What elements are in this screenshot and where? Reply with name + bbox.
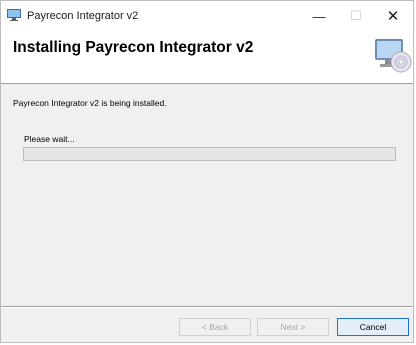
back-button[interactable]: < Back — [179, 318, 251, 336]
please-wait-label: Please wait... — [24, 134, 75, 144]
window-title: Payrecon Integrator v2 — [27, 10, 139, 22]
close-button[interactable]: ✕ — [378, 3, 408, 29]
title-bar[interactable]: Payrecon Integrator v2 — ☐ ✕ — [1, 1, 413, 31]
installer-app-icon — [7, 9, 21, 21]
next-button[interactable]: Next > — [257, 318, 329, 336]
installer-window: Payrecon Integrator v2 — ☐ ✕ Installing … — [0, 0, 414, 343]
minimize-button[interactable]: — — [304, 3, 334, 29]
wizard-header: Installing Payrecon Integrator v2 — [1, 31, 413, 84]
page-title: Installing Payrecon Integrator v2 — [13, 39, 254, 56]
status-text: Payrecon Integrator v2 is being installe… — [13, 98, 167, 108]
cancel-button[interactable]: Cancel — [337, 318, 409, 336]
maximize-button[interactable]: ☐ — [341, 3, 371, 29]
computer-cd-icon — [375, 39, 412, 73]
footer-divider — [1, 306, 413, 308]
install-progress-bar — [23, 147, 396, 161]
